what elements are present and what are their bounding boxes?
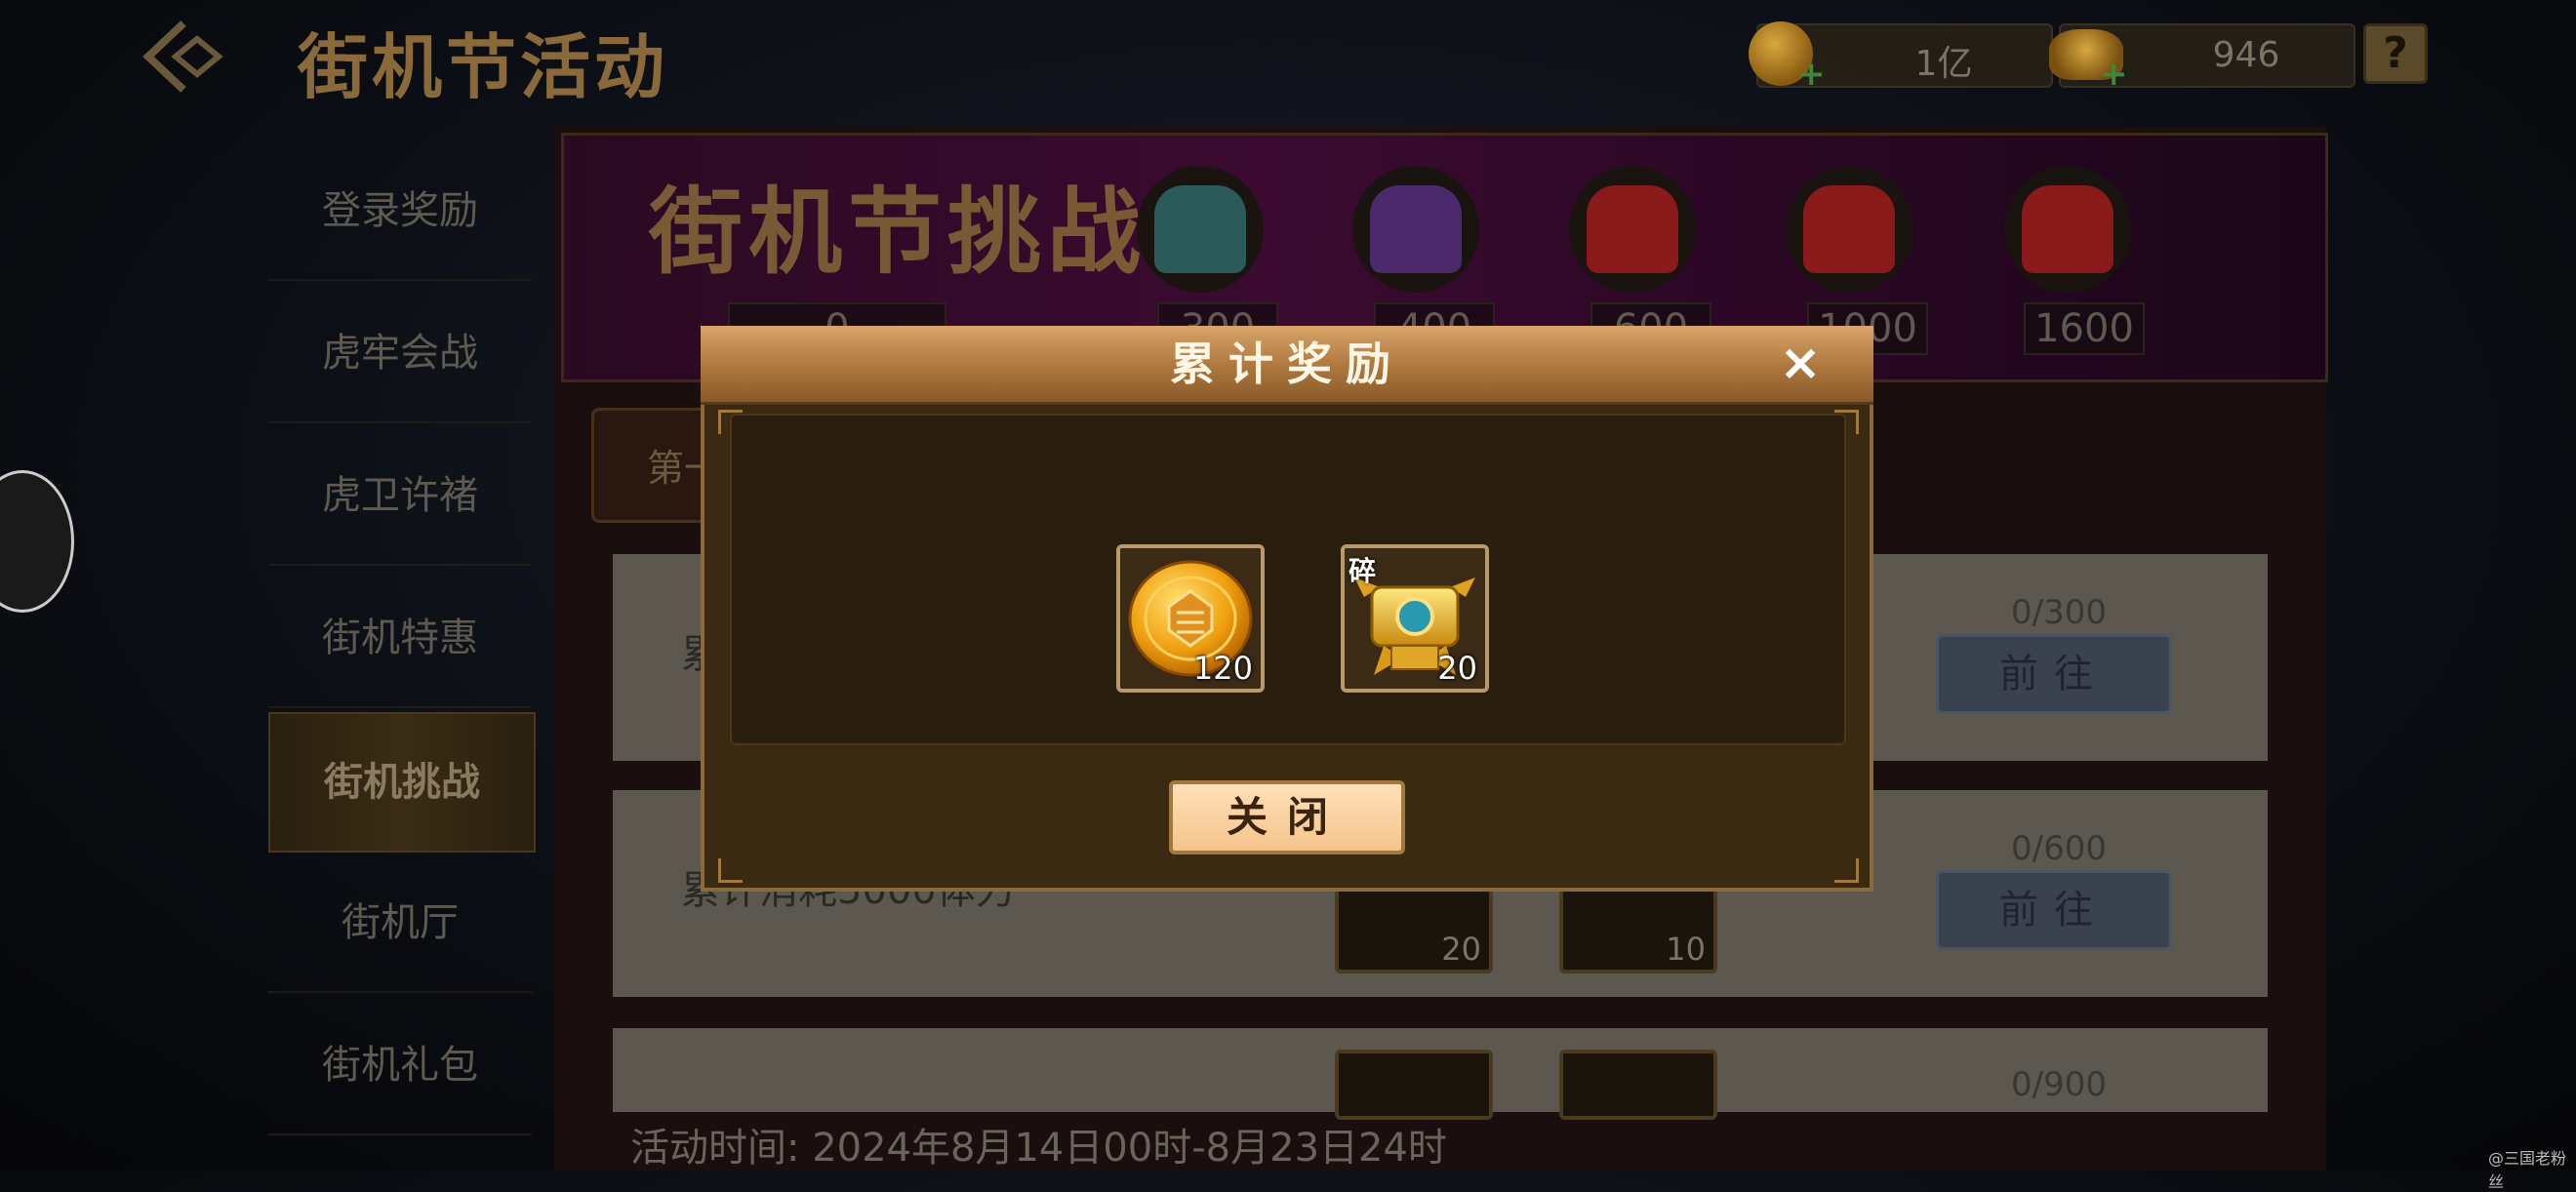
corner-ornament — [1834, 410, 1859, 434]
close-icon[interactable]: × — [1766, 328, 1834, 398]
reward-count: 20 — [1437, 650, 1477, 687]
reward-count: 120 — [1192, 650, 1253, 687]
close-button[interactable]: 关闭 — [1169, 780, 1405, 854]
fragment-badge: 碎 — [1348, 555, 1377, 587]
corner-ornament — [718, 858, 743, 883]
corner-ornament — [1834, 858, 1859, 883]
reward-item-coin[interactable]: 120 — [1116, 544, 1265, 693]
corner-ornament — [718, 410, 743, 434]
modal-title: 累计奖励 — [1170, 338, 1404, 390]
reward-item-treasure-fragment[interactable]: 碎 20 — [1341, 544, 1489, 693]
modal-content-area — [730, 414, 1846, 745]
